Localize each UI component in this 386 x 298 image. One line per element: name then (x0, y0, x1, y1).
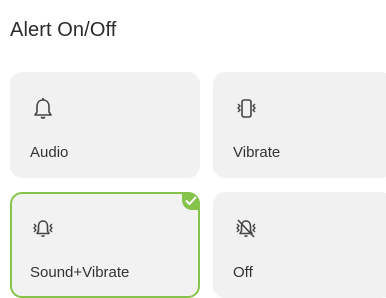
option-audio-label: Audio (30, 144, 69, 161)
option-off-label: Off (233, 264, 253, 281)
option-sound-vibrate-label: Sound+Vibrate (30, 264, 130, 281)
bell-off-icon (233, 216, 259, 242)
bell-icon (30, 96, 56, 122)
section-title: Alert On/Off (10, 19, 117, 41)
bell-vibrate-icon (30, 216, 56, 242)
option-sound-vibrate-card[interactable]: Sound+Vibrate (10, 192, 200, 298)
vibrate-phone-icon (233, 96, 259, 122)
selected-check-icon (182, 192, 200, 210)
option-vibrate-card[interactable]: Vibrate (213, 72, 386, 178)
option-off-card[interactable]: Off (213, 192, 386, 298)
option-audio-card[interactable]: Audio (10, 72, 200, 178)
option-vibrate-label: Vibrate (233, 144, 281, 161)
